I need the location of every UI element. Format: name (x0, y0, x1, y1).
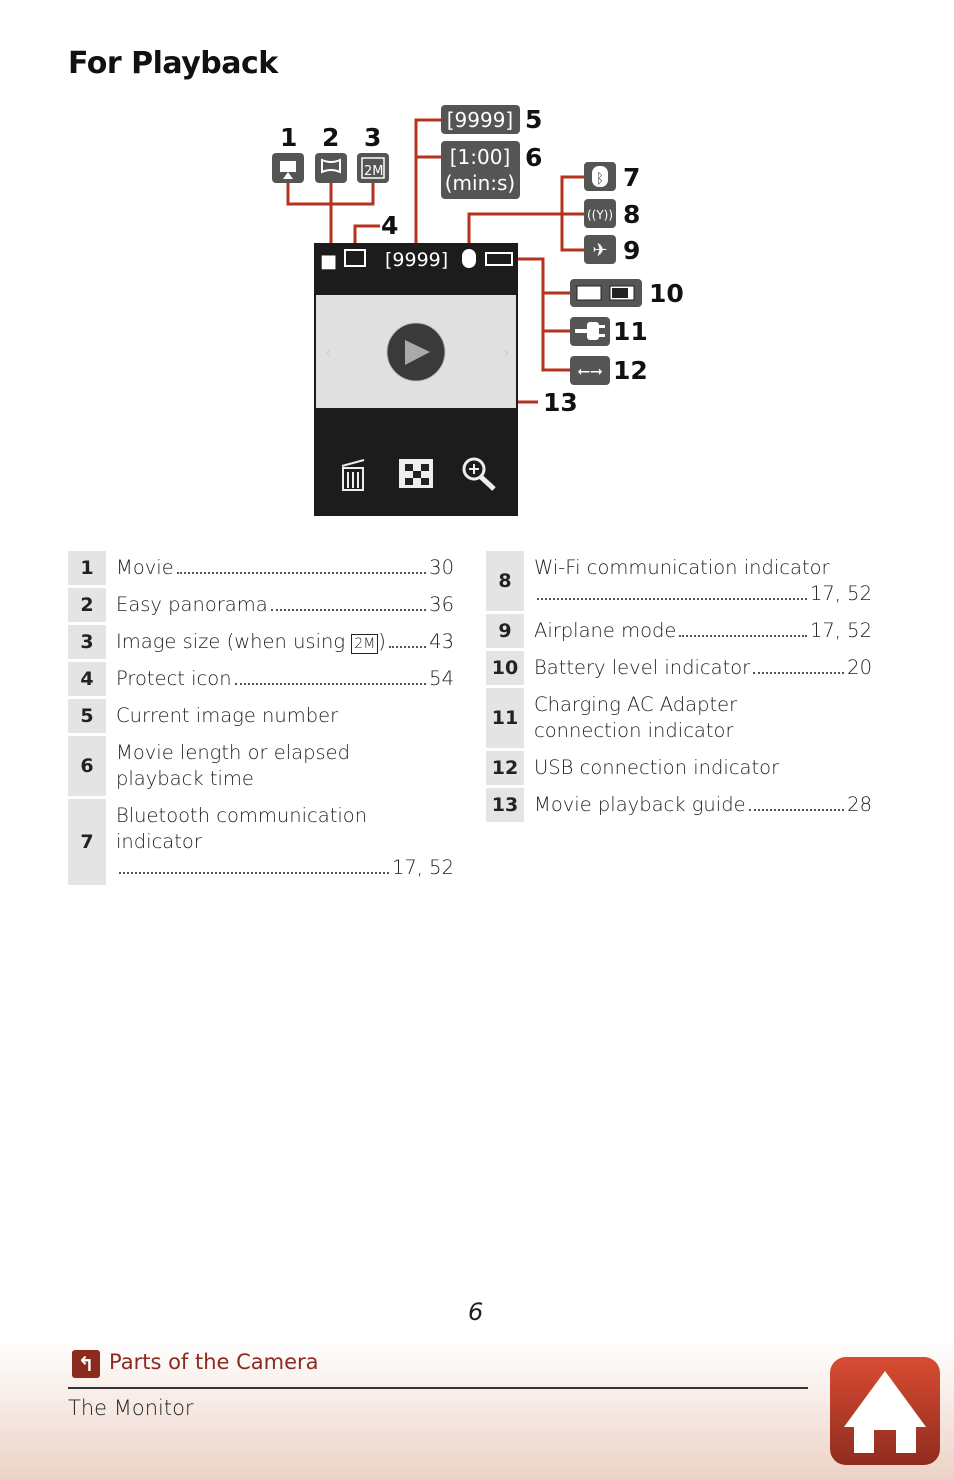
page-link[interactable]: 20 (847, 655, 872, 681)
svg-text:2M: 2M (364, 164, 384, 179)
status-movie-icon: ■ (320, 251, 337, 272)
callout-9: 9 (623, 236, 640, 265)
callout-11: 11 (613, 317, 648, 346)
list-item: 12 USB connection indicator (486, 751, 872, 785)
easy-panorama-icon (315, 153, 347, 183)
list-item: 7 Bluetooth communication indicator 17, 52 (68, 799, 454, 885)
callout-5: 5 (525, 105, 542, 134)
svg-text:✈: ✈ (592, 240, 607, 261)
svg-text:(min:s): (min:s) (445, 171, 515, 195)
list-item: 3 Image size (when using 2M) 43 (68, 625, 454, 659)
callout-2: 2 (322, 123, 339, 152)
page-link[interactable]: 17, 52 (810, 581, 872, 607)
list-item: 11 Charging AC Adapter connection indicat… (486, 688, 872, 748)
page-link[interactable]: 54 (429, 666, 454, 692)
svg-text:((Y)): ((Y)) (587, 208, 613, 222)
legend-right: 8 Wi-Fi communication indicator 17, 52 9 Ai… (486, 551, 872, 825)
status-image-number: [9999] (385, 249, 448, 271)
callout-3: 3 (364, 123, 381, 152)
svg-text:[1:00]: [1:00] (450, 145, 511, 169)
list-item: 13 Movie playback guide 28 (486, 788, 872, 822)
legend-left: 1 Movie 30 2 Easy panorama 36 3 Image size (w… (68, 551, 454, 888)
home-button[interactable] (830, 1357, 940, 1465)
list-item: 6 Movie length or elapsed playback time (68, 736, 454, 796)
callout-1: 1 (280, 123, 297, 152)
page-number: 6 (468, 1298, 484, 1326)
image-size-icon: 2M (351, 634, 379, 654)
status-bluetooth-icon (462, 249, 476, 268)
section-link[interactable]: Parts of the Camera (109, 1350, 319, 1374)
callout-12: 12 (613, 356, 648, 385)
svg-text:⭠⭢: ⭠⭢ (577, 361, 603, 380)
thumbnail-playback-icon[interactable] (399, 459, 433, 488)
subsection-title: The Monitor (68, 1396, 194, 1420)
list-item: 8 Wi-Fi communication indicator 17, 52 (486, 551, 872, 611)
list-item: 4 Protect icon 54 (68, 662, 454, 696)
page-link[interactable]: 17, 52 (392, 855, 454, 881)
callout-8: 8 (623, 200, 640, 229)
next-arrow-icon[interactable]: › (503, 343, 509, 362)
page-link[interactable]: 43 (429, 629, 454, 655)
page-link[interactable]: 30 (429, 555, 454, 581)
page-link[interactable]: 17, 52 (810, 618, 872, 644)
page-link[interactable]: 28 (847, 792, 872, 818)
svg-text:[9999]: [9999] (447, 108, 514, 132)
callout-7: 7 (623, 163, 640, 192)
list-item: 5 Current image number (68, 699, 454, 733)
play-button[interactable] (386, 322, 446, 382)
list-item: 10 Battery level indicator 20 (486, 651, 872, 685)
list-item: 2 Easy panorama 36 (68, 588, 454, 622)
divider (68, 1387, 808, 1389)
callout-10: 10 (649, 279, 684, 308)
list-item: 9 Airplane mode 17, 52 (486, 614, 872, 648)
callout-6: 6 (525, 143, 542, 172)
svg-text:ᛒ: ᛒ (596, 171, 604, 187)
home-icon (844, 1371, 926, 1453)
prev-arrow-icon[interactable]: ‹ (325, 343, 331, 362)
playback-monitor-diagram: 1 2 3 4 5 6 7 8 9 10 11 12 13 2M [9999] … (272, 105, 684, 516)
callout-13: 13 (543, 388, 578, 417)
list-item: 1 Movie 30 (68, 551, 454, 585)
page-link[interactable]: 36 (429, 592, 454, 618)
arrow-back-icon[interactable]: ↰ (72, 1350, 100, 1378)
callout-4: 4 (381, 211, 398, 240)
